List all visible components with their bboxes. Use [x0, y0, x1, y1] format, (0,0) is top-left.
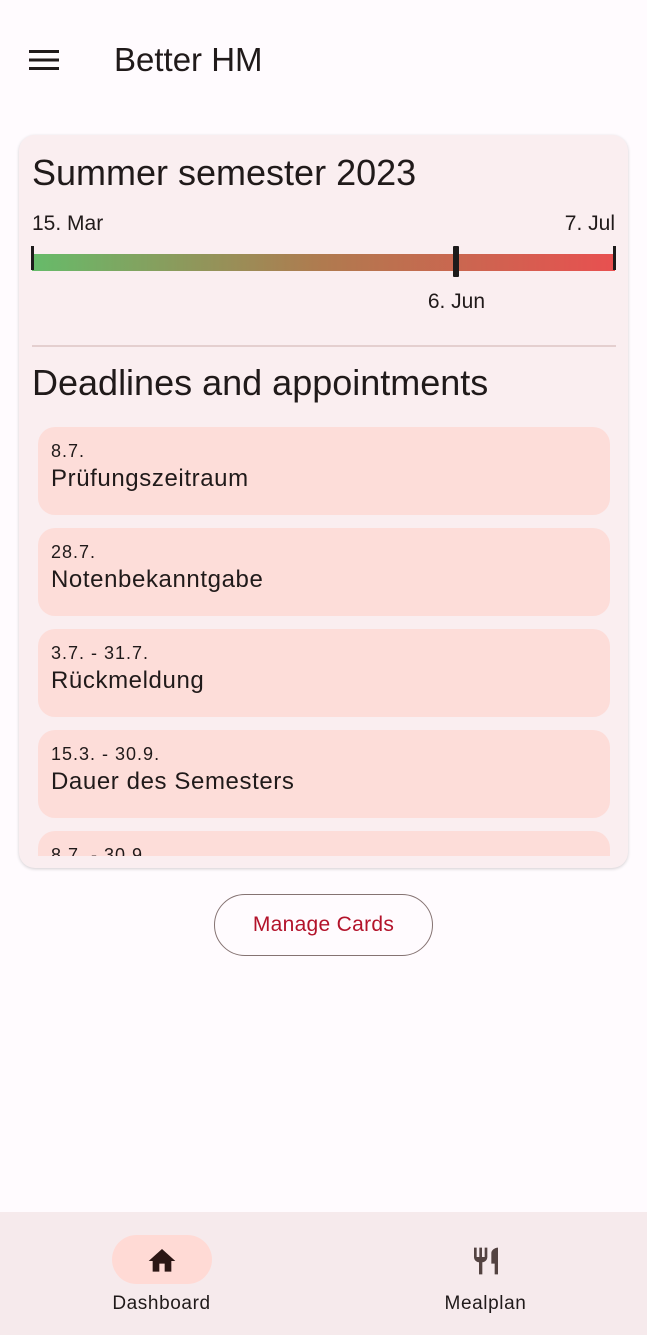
progress-current-marker: [453, 246, 460, 277]
deadline-date: 15.3. - 30.9.: [51, 744, 161, 764]
progress-start-tick: [31, 246, 34, 270]
app-title: Better HM: [114, 41, 263, 78]
manage-cards-button[interactable]: Manage Cards: [214, 894, 433, 956]
nav-label-dashboard: Dashboard: [112, 1293, 211, 1314]
nav-item-mealplan[interactable]: Mealplan: [324, 1212, 647, 1335]
semester-end-date: 7. Jul: [564, 212, 615, 235]
deadlines-title: Deadlines and appointments: [32, 362, 489, 403]
app-bar: Better HM: [0, 0, 647, 118]
deadline-item[interactable]: 15.3. - 30.9. Dauer des Semesters: [38, 730, 610, 818]
deadline-item[interactable]: 28.7. Notenbekanntgabe: [38, 528, 610, 616]
card-divider: [32, 345, 616, 347]
semester-title: Summer semester 2023: [32, 152, 417, 193]
deadline-item[interactable]: 8.7. - 30.9.: [38, 831, 610, 856]
hamburger-menu-icon: [29, 50, 59, 70]
deadline-date: 8.7.: [51, 441, 86, 461]
deadline-item[interactable]: 8.7. Prüfungszeitraum: [38, 427, 610, 515]
deadline-list[interactable]: 8.7. Prüfungszeitraum 28.7. Notenbekannt…: [38, 427, 610, 856]
menu-button[interactable]: [22, 38, 66, 82]
nav-item-dashboard[interactable]: Dashboard: [0, 1212, 323, 1335]
deadline-name: Prüfungszeitraum: [51, 465, 249, 492]
deadline-name: Rückmeldung: [51, 667, 205, 694]
deadline-date: 28.7.: [51, 542, 97, 562]
deadline-date: 3.7. - 31.7.: [51, 643, 150, 663]
semester-current-date: 6. Jun: [427, 290, 486, 313]
nav-label-mealplan: Mealplan: [444, 1293, 527, 1314]
deadline-name: Dauer des Semesters: [51, 768, 295, 795]
semester-progress-bar: [32, 254, 615, 271]
semester-start-date: 15. Mar: [32, 212, 104, 235]
semester-card: Summer semester 2023 15. Mar 7. Jul 6. J…: [19, 135, 628, 868]
bottom-navigation: Dashboard Mealplan: [0, 1212, 647, 1335]
progress-end-tick: [613, 246, 616, 270]
home-icon: [148, 1249, 176, 1272]
restaurant-icon: [474, 1247, 498, 1275]
deadline-name: Notenbekanntgabe: [51, 566, 264, 593]
deadline-date: 8.7. - 30.9.: [51, 845, 150, 856]
deadline-item[interactable]: 3.7. - 31.7. Rückmeldung: [38, 629, 610, 717]
